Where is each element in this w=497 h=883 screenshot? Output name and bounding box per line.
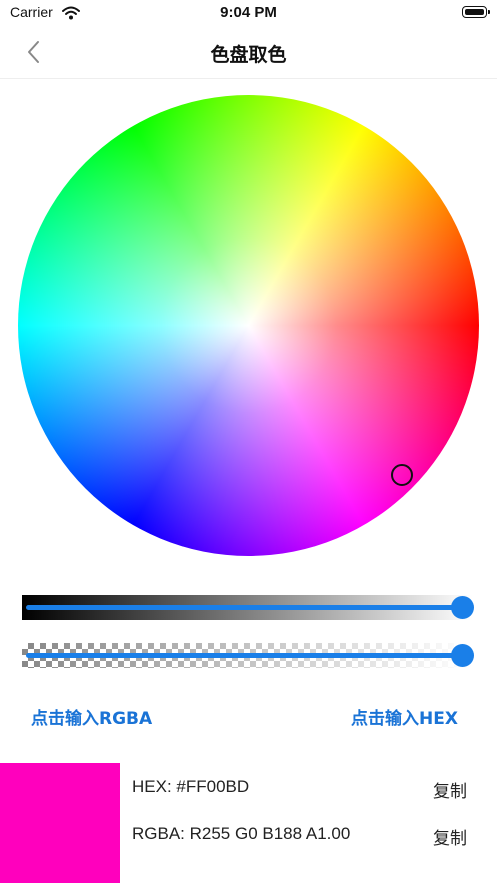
status-bar: Carrier 9:04 PM: [0, 0, 497, 26]
battery-icon: [462, 6, 490, 18]
copy-hex-button[interactable]: 复制: [433, 777, 467, 802]
copy-rgba-button[interactable]: 复制: [433, 824, 467, 849]
hex-input-button[interactable]: 点击输入HEX: [351, 704, 458, 729]
color-swatch: [0, 763, 120, 883]
brightness-fill: [26, 605, 462, 610]
brightness-slider[interactable]: [22, 595, 474, 620]
alpha-slider-thumb[interactable]: [451, 644, 474, 667]
alpha-fill: [26, 653, 462, 658]
hex-value: HEX: #FF00BD: [132, 777, 250, 796]
nav-bar: 色盘取色: [0, 26, 497, 79]
rgba-value: RGBA: R255 G0 B188 A1.00: [132, 824, 351, 843]
color-wheel-handle[interactable]: [391, 464, 413, 486]
page-title: 色盘取色: [210, 44, 287, 66]
status-time: 9:04 PM: [220, 4, 277, 21]
color-wheel[interactable]: [18, 95, 479, 556]
alpha-slider[interactable]: [22, 643, 474, 668]
brightness-slider-thumb[interactable]: [451, 596, 474, 619]
rgba-input-button[interactable]: 点击输入RGBA: [31, 704, 152, 729]
